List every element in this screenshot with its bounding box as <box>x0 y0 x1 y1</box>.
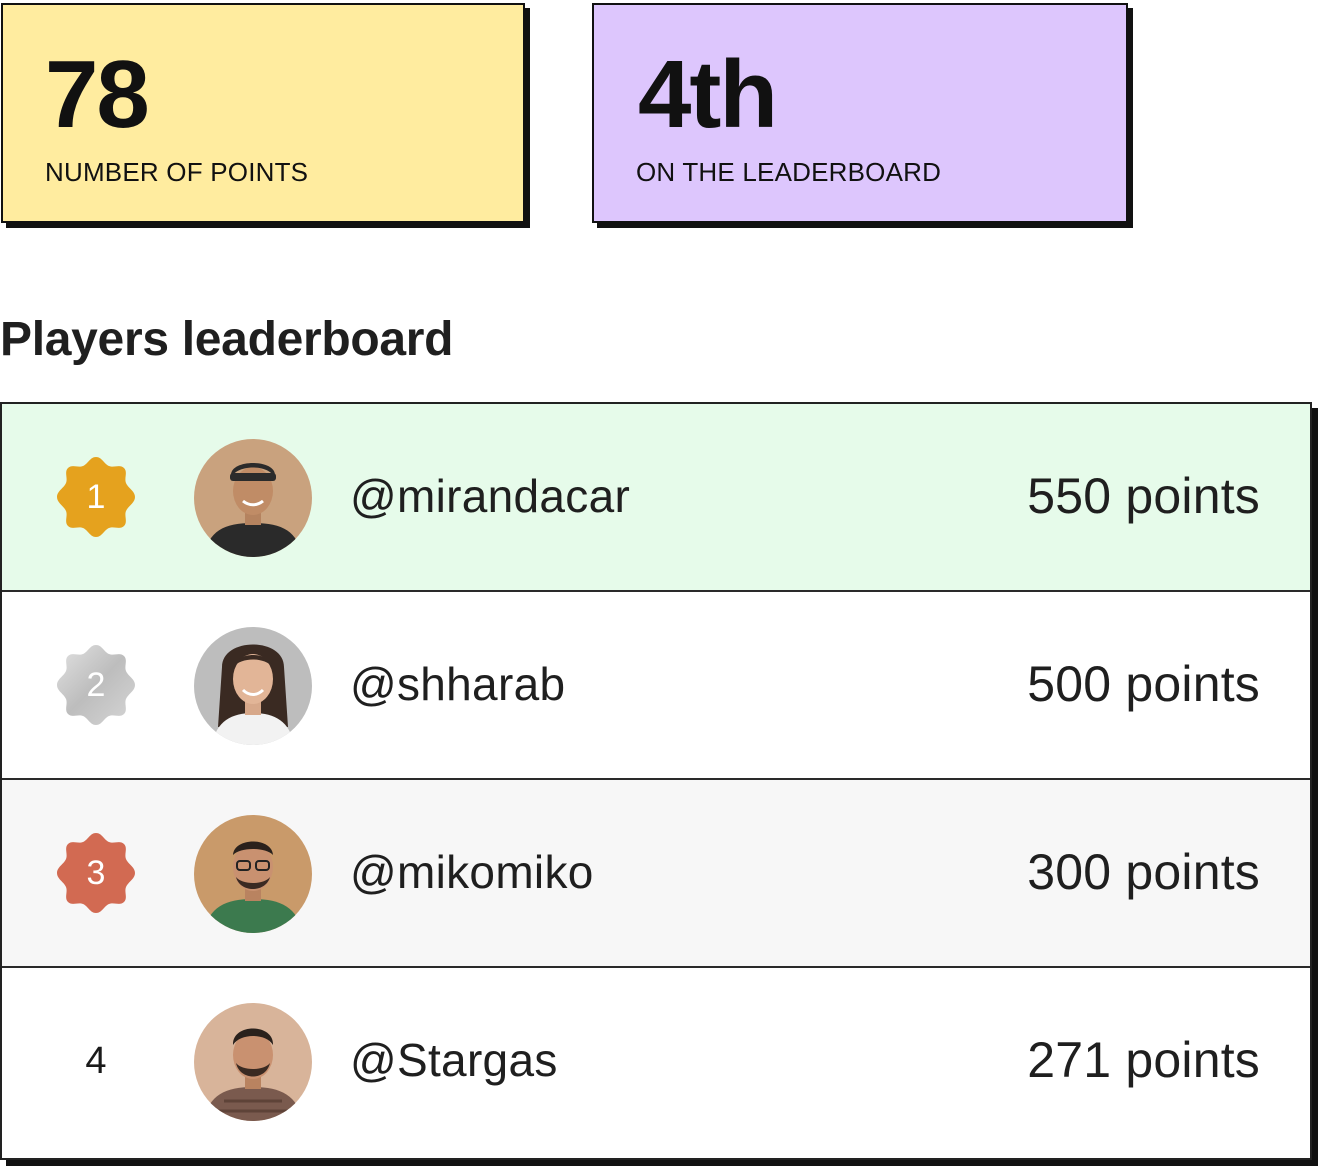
bronze-medal-icon: 3 <box>54 831 138 915</box>
rank-number: 3 <box>86 854 106 892</box>
player-username[interactable]: @mikomiko <box>350 844 594 900</box>
leaderboard-row[interactable]: 3 @mikomiko 300 points <box>2 780 1310 966</box>
rank-number: 2 <box>86 666 106 704</box>
player-points: 550 points <box>1027 468 1260 524</box>
avatar <box>194 1003 312 1121</box>
player-points: 300 points <box>1027 844 1260 900</box>
gold-medal-icon: 1 <box>54 455 138 539</box>
avatar <box>194 439 312 557</box>
rank-label: ON THE LEADERBOARD <box>636 157 942 187</box>
player-username[interactable]: @Stargas <box>350 1032 558 1088</box>
leaderboard-row[interactable]: 1 @mirandacar 550 points <box>2 404 1310 590</box>
leaderboard-title: Players leaderboard <box>0 313 454 366</box>
rank-number: 4 <box>85 1040 107 1082</box>
player-username[interactable]: @shharab <box>350 656 565 712</box>
avatar <box>194 815 312 933</box>
points-value: 78 <box>45 41 150 148</box>
leaderboard-row[interactable]: 4 @Stargas 271 points <box>2 968 1310 1154</box>
rank-number: 1 <box>86 478 106 516</box>
rank-stat-card: 4th ON THE LEADERBOARD <box>592 3 1128 223</box>
silver-medal-icon: 2 <box>54 643 138 727</box>
avatar <box>194 627 312 745</box>
player-points: 500 points <box>1027 656 1260 712</box>
player-username[interactable]: @mirandacar <box>350 468 630 524</box>
points-stat-card: 78 NUMBER OF POINTS <box>1 3 525 223</box>
player-points: 271 points <box>1027 1032 1260 1088</box>
leaderboard-row[interactable]: 2 @shharab 500 points <box>2 592 1310 778</box>
leaderboard-table: 1 @mirandacar 550 points 2 @shharab 500 … <box>0 402 1312 1160</box>
points-label: NUMBER OF POINTS <box>45 157 309 187</box>
rank-value: 4th <box>638 41 778 148</box>
